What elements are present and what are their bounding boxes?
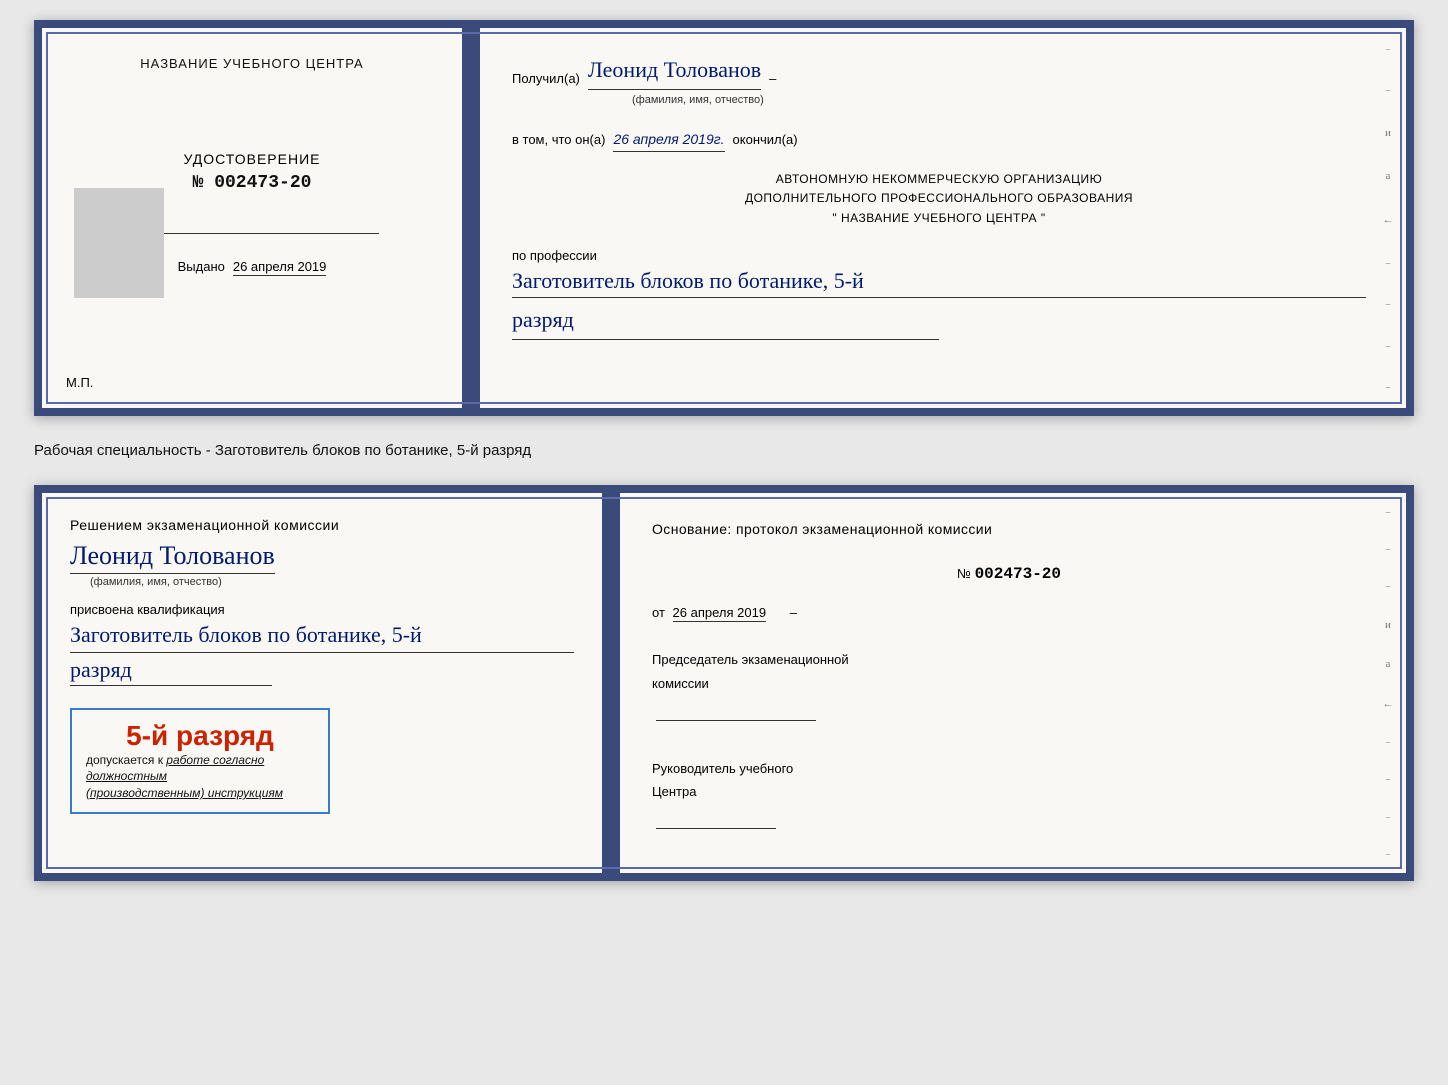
issued-label: Выдано [178,259,225,274]
bottom-recipient-line: Леонид Толованов [70,541,574,574]
right-content-top: Получил(а) Леонид Толованов – (фамилия, … [512,52,1366,340]
bottom-rank: разряд [70,657,272,686]
chairman-label2: комиссии [652,672,1366,695]
stamp-container: 5-й разряд допускается к работе согласно… [70,698,574,814]
received-prefix: Получил(а) [512,69,580,90]
name-sub-1: (фамилия, имя, отчество) [632,92,1366,110]
bottom-cert-number: № 002473-20 [652,560,1366,589]
certificate-bottom: Решением экзаменационной комиссии Леонид… [34,485,1414,881]
stamp-text-line2: (производственным) инструкциям [86,785,314,802]
org-line1: АВТОНОМНУЮ НЕКОММЕРЧЕСКУЮ ОРГАНИЗАЦИЮ [512,170,1366,189]
number-prefix: № [957,566,971,581]
margin-decoration-bottom-right: – – – и а ← – – – – [1378,493,1398,873]
org-name: " НАЗВАНИЕ УЧЕБНОГО ЦЕНТРА " [512,209,1366,228]
cert-bottom-left-page: Решением экзаменационной комиссии Леонид… [42,493,602,873]
cert-top-right-page: Получил(а) Леонид Толованов – (фамилия, … [480,28,1406,408]
assigned-label: присвоена квалификация [70,602,574,617]
completed-line: в том, что он(а) 26 апреля 2019г. окончи… [512,128,1366,152]
profession-label: по профессии [512,246,1366,267]
stamp-prefix: допускается к [86,753,163,767]
director-label1: Руководитель учебного [652,757,1366,780]
org-block: АВТОНОМНУЮ НЕКОММЕРЧЕСКУЮ ОРГАНИЗАЦИЮ ДО… [512,170,1366,228]
completed-date: 26 апреля 2019г. [613,128,724,152]
margin-decoration-right: – – и а ← – – – – [1378,28,1398,408]
cert-top-left-page: НАЗВАНИЕ УЧЕБНОГО ЦЕНТРА УДОСТОВЕРЕНИЕ №… [42,28,462,408]
stamp-text-line1: допускается к работе согласно должностны… [86,752,314,786]
rank-value: разряд [512,302,939,340]
photo-placeholder [74,188,164,298]
basis-line: Основание: протокол экзаменационной коми… [652,517,1366,542]
date-prefix: от [652,605,665,620]
org-line2: ДОПОЛНИТЕЛЬНОГО ПРОФЕССИОНАЛЬНОГО ОБРАЗО… [512,189,1366,208]
bottom-rank-block: разряд [70,657,574,686]
decision-text: Решением экзаменационной комиссии [70,517,574,533]
stamp-italic2: (производственным) инструкциям [86,786,283,800]
completed-prefix: в том, что он(а) [512,130,605,151]
mp-label: М.П. [66,375,93,390]
cert-label-section: УДОСТОВЕРЕНИЕ № 002473-20 [70,151,434,193]
bottom-date-line: от 26 апреля 2019 – [652,601,1366,624]
specialty-text: Рабочая специальность - Заготовитель бло… [34,434,1414,467]
cert-bottom-right-page: Основание: протокол экзаменационной коми… [620,493,1406,873]
dash-1: – [769,69,776,90]
bottom-recipient-name: Леонид Толованов [70,541,275,574]
cert-label: УДОСТОВЕРЕНИЕ [70,151,434,167]
director-block: Руководитель учебного Центра [652,757,1366,837]
stamp-rank: 5-й разряд [86,720,314,752]
profession-name: Заготовитель блоков по ботанике, 5-й [512,267,1366,299]
certificate-top: НАЗВАНИЕ УЧЕБНОГО ЦЕНТРА УДОСТОВЕРЕНИЕ №… [34,20,1414,416]
issued-date: 26 апреля 2019 [233,259,327,276]
bottom-profession: Заготовитель блоков по ботанике, 5-й [70,621,574,653]
director-sig-line [652,811,1366,836]
basis-label: Основание: протокол экзаменационной коми… [652,521,992,537]
rank-block: разряд [512,302,1366,340]
cert-spine [462,28,480,408]
cert-number: № 002473-20 [193,173,312,193]
stamp-box: 5-й разряд допускается к работе согласно… [70,708,330,814]
recipient-name: Леонид Толованов [588,52,761,90]
chairman-sig-line [652,703,1366,728]
chairman-block: Председатель экзаменационной комиссии [652,648,1366,728]
completed-suffix: окончил(а) [733,130,798,151]
chairman-label1: Председатель экзаменационной [652,648,1366,671]
school-name-heading: НАЗВАНИЕ УЧЕБНОГО ЦЕНТРА [70,56,434,71]
bottom-name-sub: (фамилия, имя, отчество) [90,576,574,588]
right-content-bottom: Основание: протокол экзаменационной коми… [652,517,1366,837]
director-label2: Центра [652,780,1366,803]
decision-prefix: Решением экзаменационной комиссии [70,517,339,533]
bottom-date: 26 апреля 2019 [673,605,767,622]
recipient-line: Получил(а) Леонид Толованов – [512,52,1366,90]
cert-spine-bottom [602,493,620,873]
bottom-profession-block: Заготовитель блоков по ботанике, 5-й [70,621,574,653]
profession-block: по профессии Заготовитель блоков по бота… [512,246,1366,298]
bottom-number: 002473-20 [975,565,1061,583]
